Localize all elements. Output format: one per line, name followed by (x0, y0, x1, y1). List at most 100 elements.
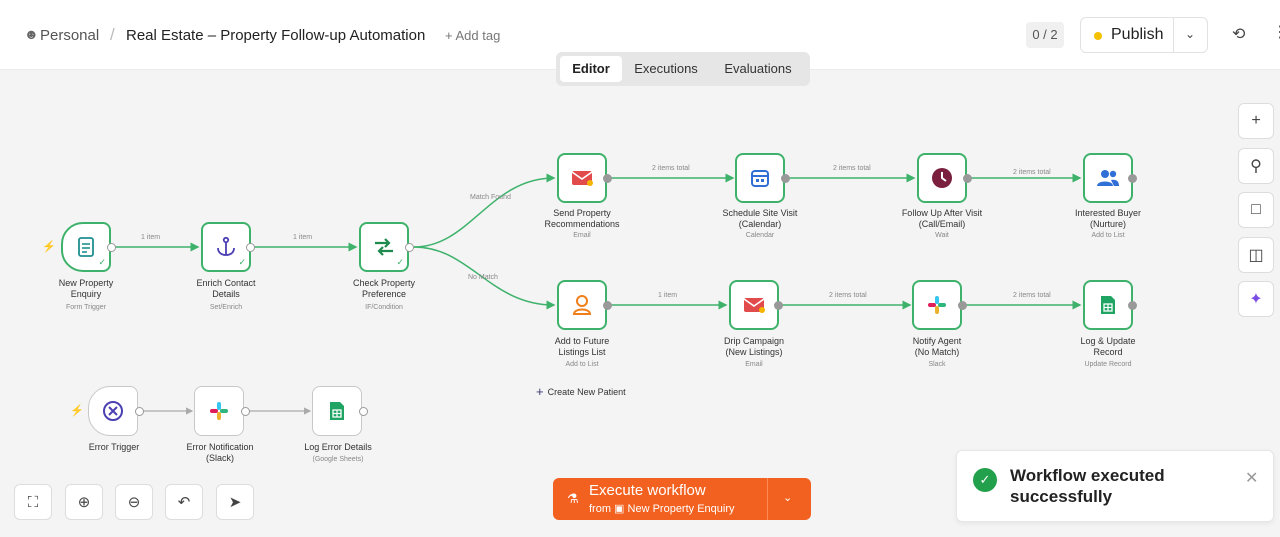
output-port[interactable] (241, 407, 250, 416)
create-new-patient-button[interactable]: + Create New Patient (536, 384, 626, 399)
output-port[interactable] (405, 243, 414, 252)
slack-icon (195, 387, 243, 435)
toast-message: Workflow executed successfully (1010, 466, 1165, 506)
toggle-panel-button[interactable]: ◫ (1238, 237, 1274, 273)
output-port[interactable] (1128, 301, 1137, 310)
trigger-bolt-icon: ⚡ (42, 241, 56, 253)
node-subtitle: Calendar (745, 232, 775, 239)
close-icon[interactable]: ✕ (1245, 468, 1258, 488)
ai-assistant-button[interactable]: ✦ (1238, 281, 1274, 317)
node-log-error-details[interactable] (312, 386, 362, 436)
output-port[interactable] (603, 174, 612, 183)
edge-label-no-match: No Match (468, 274, 498, 281)
edge-label: 2 items total (1013, 169, 1051, 176)
trigger-bolt-icon: ⚡ (70, 405, 84, 417)
output-port[interactable] (603, 301, 612, 310)
plus-icon: + (1251, 112, 1261, 129)
x-circle-icon (89, 387, 137, 435)
output-port[interactable] (963, 174, 972, 183)
node-add-to-future-listings[interactable] (557, 280, 607, 330)
output-port[interactable] (1128, 174, 1137, 183)
workflow-title[interactable]: Real Estate – Property Follow-up Automat… (126, 27, 425, 44)
chevron-down-icon[interactable]: ⌄ (1185, 27, 1195, 41)
breadcrumb-separator: / (110, 25, 115, 44)
edge-label-match-found: Match Found (470, 194, 511, 201)
node-interested-buyer[interactable] (1083, 153, 1133, 203)
execute-from: from ▣ New Property Enquiry (589, 503, 735, 515)
execute-workflow-button[interactable]: ⚗ Execute workflow from ▣ New Property E… (553, 478, 811, 520)
output-port[interactable] (781, 174, 790, 183)
node-subtitle: Add to List (1091, 232, 1125, 239)
output-port[interactable] (135, 407, 144, 416)
workflow-canvas[interactable]: 1 item 1 item Match Found No Match 2 ite… (0, 70, 1280, 537)
node-send-property-recommendations[interactable] (557, 153, 607, 203)
execute-label: Execute workflow (589, 482, 706, 499)
node-subtitle: Email (745, 361, 763, 368)
node-subtitle: Set/Enrich (209, 304, 243, 311)
success-check-icon: ✓ (238, 257, 246, 267)
node-subtitle: IF/Condition (365, 304, 403, 311)
node-label: Add to Future Listings List (554, 336, 610, 357)
node-subtitle: Email (573, 232, 591, 239)
output-port[interactable] (246, 243, 255, 252)
flask-icon: ⚗ (567, 491, 579, 506)
node-error-trigger[interactable] (88, 386, 138, 436)
tidy-up-button[interactable]: ➤ (216, 484, 254, 520)
output-port[interactable] (958, 301, 967, 310)
execute-trigger-name: New Property Enquiry (627, 503, 735, 515)
node-subtitle: (Google Sheets) (312, 456, 364, 463)
node-subtitle: Wait (935, 232, 949, 239)
node-schedule-site-visit[interactable] (735, 153, 785, 203)
zoom-out-button[interactable]: ⊖ (115, 484, 153, 520)
zoom-in-button[interactable]: ⊕ (65, 484, 103, 520)
slack-icon (914, 282, 960, 328)
broom-icon: ➤ (228, 494, 242, 511)
output-port[interactable] (107, 243, 116, 252)
edge-label: 2 items total (652, 165, 690, 172)
undo-icon: ↶ (177, 494, 191, 511)
edge-label: 1 item (293, 234, 313, 241)
fit-view-button[interactable]: ⛶ (14, 484, 52, 520)
node-label: Log Error Details (304, 442, 372, 452)
node-error-notification[interactable] (194, 386, 244, 436)
add-tag-button[interactable]: + Add tag (445, 28, 500, 43)
add-node-button[interactable]: + (1238, 103, 1274, 139)
note-icon: □ (1251, 201, 1261, 218)
chevron-down-icon[interactable]: ⌄ (783, 491, 792, 504)
publish-divider (1173, 18, 1174, 52)
sticky-note-button[interactable]: □ (1238, 192, 1274, 228)
edge-label: 2 items total (829, 292, 867, 299)
node-log-update-record[interactable] (1083, 280, 1133, 330)
mail-icon (559, 155, 605, 201)
undo-button[interactable]: ↶ (165, 484, 203, 520)
node-enrich-contact-details[interactable]: ✓ (201, 222, 251, 272)
breadcrumb-workspace[interactable]: Personal (40, 27, 99, 44)
node-label: Drip Campaign (New Listings) (723, 336, 785, 357)
publish-button[interactable]: Publish ⌄ (1080, 17, 1208, 53)
clock-icon (919, 155, 965, 201)
node-label: Log & Update Record (1080, 336, 1136, 357)
active-counter: 0 / 2 (1026, 22, 1064, 48)
node-notify-agent[interactable] (912, 280, 962, 330)
history-icon[interactable]: ⟲ (1232, 24, 1245, 44)
node-subtitle: Add to List (565, 361, 599, 368)
success-toast: ✓ Workflow executed successfully ✕ (956, 450, 1274, 522)
sheets-icon (1085, 282, 1131, 328)
fit-view-icon: ⛶ (27, 493, 39, 511)
edge-label: 2 items total (833, 165, 871, 172)
edge-label: 1 item (658, 292, 678, 299)
node-label: Enrich Contact Details (196, 278, 256, 299)
node-drip-campaign[interactable] (729, 280, 779, 330)
node-label: Follow Up After Visit (Call/Email) (901, 208, 983, 229)
output-port[interactable] (774, 301, 783, 310)
output-port[interactable] (359, 407, 368, 416)
more-icon[interactable]: ⋮ (1272, 22, 1280, 42)
node-new-property-enquiry[interactable]: ✓ (61, 222, 111, 272)
node-subtitle: Update Record (1084, 361, 1132, 368)
node-follow-up-after-visit[interactable] (917, 153, 967, 203)
node-check-property-preference[interactable]: ✓ (359, 222, 409, 272)
search-nodes-button[interactable]: ⚲ (1238, 148, 1274, 184)
sparkle-icon: ✦ (1249, 291, 1263, 308)
node-subtitle: Form Trigger (65, 304, 107, 311)
node-label: Error Notification (Slack) (186, 442, 254, 463)
